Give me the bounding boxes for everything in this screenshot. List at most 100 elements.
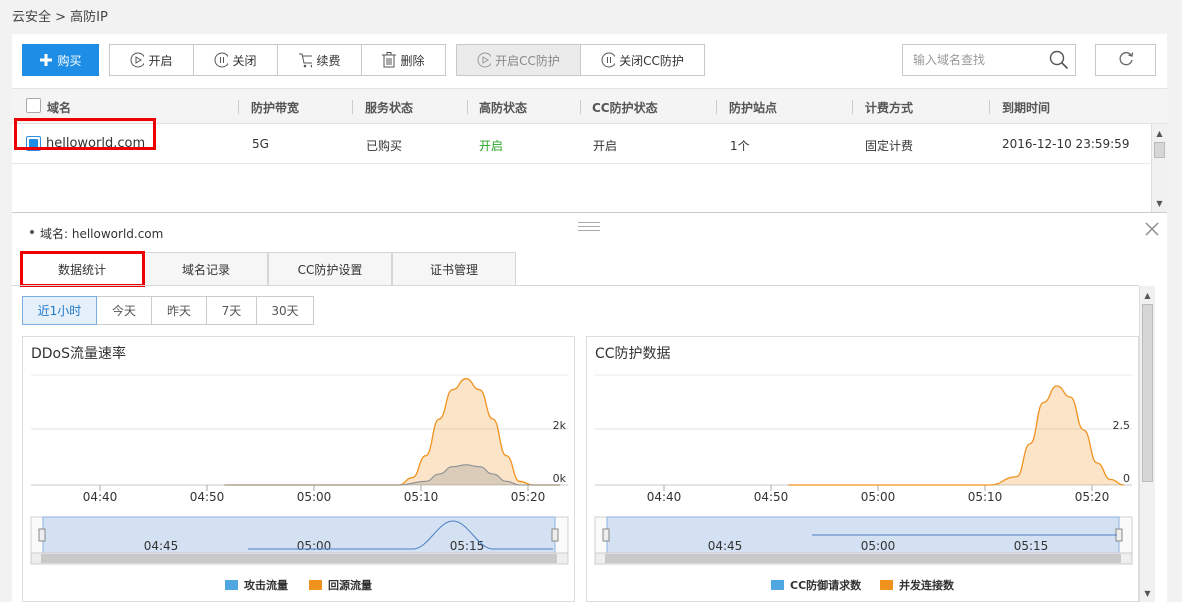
cc-chart: 04:40 04:50 05:00 05:10 05:20 0 2.5 04:45 05:00 0… — [594, 374, 1133, 592]
legend-label: 回源流量 — [328, 578, 372, 592]
series-area — [224, 378, 560, 485]
delete-button[interactable]: 删除 — [361, 44, 446, 76]
column-header[interactable]: CC防护状态 — [592, 99, 658, 116]
renew-button[interactable]: 续费 — [277, 44, 362, 76]
pause-circle-icon — [214, 52, 229, 68]
toolbar: 购买 开启 关闭 续费 删除 开启CC防护 关闭CC防护 — [12, 34, 1167, 86]
buy-button[interactable]: 购买 — [22, 44, 99, 76]
ddos-chart-card: 04:40 04:50 05:00 05:10 05:20 0k 2k 04:45 05:00 0… — [22, 336, 575, 602]
navigator-tick-label: 04:45 — [144, 539, 179, 553]
scroll-thumb[interactable] — [1142, 304, 1153, 482]
navigator-tick-label: 05:00 — [861, 539, 896, 553]
x-tick-label: 04:40 — [83, 490, 118, 504]
select-all-checkbox[interactable] — [26, 98, 41, 113]
navigator-scroll-thumb — [605, 554, 1121, 563]
table-scrollbar[interactable]: ▲ ▼ — [1151, 124, 1167, 212]
x-tick-label: 05:00 — [297, 490, 332, 504]
column-header[interactable]: 域名 — [47, 99, 71, 116]
navigator-tick-label: 05:00 — [297, 539, 332, 553]
x-tick-label: 05:20 — [511, 490, 546, 504]
range-1h[interactable]: 近1小时 — [22, 296, 97, 325]
column-header[interactable]: 服务状态 — [365, 99, 413, 116]
legend-swatch — [771, 580, 784, 590]
play-circle-icon — [477, 52, 492, 68]
legend-swatch — [225, 580, 238, 590]
time-range-group: 近1小时 今天 昨天 7天 30天 — [22, 296, 314, 325]
y-tick-label: 2k — [553, 419, 567, 432]
x-tick-label: 05:00 — [861, 490, 896, 504]
play-circle-icon — [130, 52, 145, 68]
main-panel: 购买 开启 关闭 续费 删除 开启CC防护 关闭CC防护 输入域名查找 域名 防… — [12, 34, 1167, 602]
resize-handle[interactable] — [578, 222, 600, 232]
legend-label: 并发连接数 — [899, 578, 955, 592]
ddos-chart: 04:40 04:50 05:00 05:10 05:200k2k04:45 05:00 0… — [30, 374, 569, 592]
pause-circle-icon — [601, 52, 616, 68]
range-today[interactable]: 今天 — [96, 296, 152, 325]
close-icon[interactable] — [1143, 220, 1161, 238]
range-yesterday[interactable]: 昨天 — [151, 296, 207, 325]
y-tick-label: 0k — [553, 472, 567, 485]
plus-icon — [39, 53, 53, 67]
detail-scrollbar[interactable]: ▲ ▼ — [1139, 286, 1155, 602]
enable-button[interactable]: 开启 — [109, 44, 194, 76]
domain-search-input[interactable] — [913, 45, 1053, 75]
navigator-tick-label: 04:45 — [708, 539, 743, 553]
breadcrumb: 云安全 > 高防IP — [12, 10, 108, 25]
cell-service-status: 已购买 — [366, 139, 403, 153]
cart-icon — [298, 53, 313, 68]
disable-button[interactable]: 关闭 — [193, 44, 278, 76]
table-body: helloworld.com 5G 已购买 开启 开启 1个 固定计费 2016… — [12, 118, 1150, 212]
tab-highlight — [20, 251, 145, 287]
legend-label: 攻击流量 — [244, 578, 288, 592]
column-header[interactable]: 防护站点 — [729, 99, 777, 116]
legend-swatch — [309, 580, 322, 590]
cell-expiry: 2016-12-10 23:59:59 — [1002, 137, 1130, 151]
cell-cc-status: 开启 — [593, 139, 618, 153]
disable-cc-button[interactable]: 关闭CC防护 — [580, 44, 705, 76]
y-tick-label: 0 — [1123, 472, 1130, 485]
domain-search — [902, 44, 1076, 76]
cell-bandwidth: 5G — [252, 137, 269, 151]
y-tick-label: 2.5 — [1113, 419, 1131, 432]
chart-title: CC防护数据 — [595, 346, 671, 362]
row-highlight — [14, 118, 156, 150]
column-header[interactable]: 防护带宽 — [251, 99, 299, 116]
legend-swatch — [880, 580, 893, 590]
column-header[interactable]: 高防状态 — [479, 99, 527, 116]
cc-chart-card: 04:40 04:50 05:00 05:10 05:20 0 2.5 04:45 05:00 0… — [586, 336, 1139, 602]
search-icon[interactable] — [1049, 50, 1069, 70]
column-header[interactable]: 到期时间 — [1002, 99, 1050, 116]
enable-cc-button[interactable]: 开启CC防护 — [456, 44, 581, 76]
trash-icon — [382, 52, 397, 68]
navigator-scroll-thumb — [41, 554, 557, 563]
scroll-up-icon[interactable]: ▲ — [1152, 126, 1167, 140]
tab-domain-records[interactable]: 域名记录 — [144, 252, 268, 285]
x-tick-label: 05:10 — [968, 490, 1003, 504]
range-7d[interactable]: 7天 — [206, 296, 257, 325]
cell-billing: 固定计费 — [865, 139, 914, 153]
table-row[interactable]: helloworld.com 5G 已购买 开启 开启 1个 固定计费 2016… — [12, 118, 1150, 164]
navigator-handle-left — [38, 528, 46, 542]
navigator-handle-right — [551, 528, 559, 542]
scroll-down-icon[interactable]: ▼ — [1140, 586, 1155, 600]
x-tick-label: 04:50 — [754, 490, 789, 504]
tab-cc-settings[interactable]: CC防护设置 — [268, 252, 392, 285]
range-30d[interactable]: 30天 — [256, 296, 314, 325]
chart-title: DDoS流量速率 — [31, 346, 127, 362]
cell-ddos-status: 开启 — [479, 139, 504, 153]
refresh-button[interactable] — [1095, 44, 1156, 76]
refresh-icon — [1117, 50, 1135, 71]
legend-label: CC防御请求数 — [790, 578, 862, 592]
column-header[interactable]: 计费方式 — [865, 99, 913, 116]
scroll-up-icon[interactable]: ▲ — [1140, 288, 1155, 302]
x-tick-label: 05:10 — [404, 490, 439, 504]
tab-certificates[interactable]: 证书管理 — [392, 252, 516, 285]
table-header: 域名 防护带宽 服务状态 高防状态 CC防护状态 防护站点 计费方式 到期时间 — [12, 88, 1167, 124]
x-tick-label: 04:40 — [647, 490, 682, 504]
x-tick-label: 05:20 — [1075, 490, 1110, 504]
scroll-thumb[interactable] — [1154, 142, 1165, 158]
scroll-down-icon[interactable]: ▼ — [1152, 196, 1167, 210]
x-tick-label: 04:50 — [190, 490, 225, 504]
detail-domain-label: 域名: helloworld.com — [29, 227, 164, 241]
cell-sites: 1个 — [730, 139, 750, 153]
